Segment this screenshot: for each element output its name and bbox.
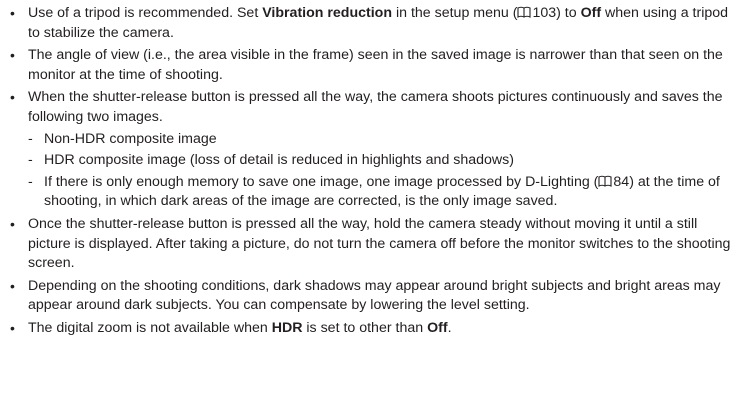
note-angle-of-view: • The angle of view (i.e., the area visi… xyxy=(8,46,734,85)
note-text: . xyxy=(447,319,452,336)
page-reference[interactable]: 84 xyxy=(613,174,629,190)
note-text: in the setup menu ( xyxy=(392,5,518,21)
page-reference[interactable]: 103 xyxy=(532,5,556,21)
note-tripod: • Use of a tripod is recommended. Set Vi… xyxy=(8,4,734,43)
sub-item-text: HDR composite image (loss of detail is r… xyxy=(44,152,514,169)
note-text: ) to xyxy=(556,5,581,21)
dash: - xyxy=(28,173,33,190)
note-text: The angle of view (i.e., the area visibl… xyxy=(28,47,723,83)
note-text: is set to other than xyxy=(302,319,428,336)
setting-name: HDR xyxy=(271,319,303,336)
sub-item: - If there is only enough memory to save… xyxy=(28,173,734,212)
note-digital-zoom: • The digital zoom is not available when… xyxy=(8,319,734,339)
book-reference-icon xyxy=(517,6,531,18)
bullet: • xyxy=(10,5,15,21)
sub-item-text: Non-HDR composite image xyxy=(44,130,217,147)
bullet: • xyxy=(10,319,15,336)
note-hold-steady: • Once the shutter-release button is pre… xyxy=(8,215,734,274)
sub-item: - HDR composite image (loss of detail is… xyxy=(28,151,734,171)
note-text: When the shutter-release button is press… xyxy=(28,89,723,125)
setting-value: Off xyxy=(580,5,602,21)
note-shadows: • Depending on the shooting conditions, … xyxy=(8,277,734,316)
note-text: Use of a tripod is recommended. Set xyxy=(28,5,263,21)
book-reference-icon xyxy=(598,175,612,187)
manual-notes-page: • Use of a tripod is recommended. Set Vi… xyxy=(0,0,746,399)
dash: - xyxy=(28,130,33,147)
note-text: Once the shutter-release button is press… xyxy=(28,215,731,272)
sub-item-text: If there is only enough memory to save o… xyxy=(44,173,599,190)
bullet: • xyxy=(10,215,15,232)
note-continuous-shooting: • When the shutter-release button is pre… xyxy=(8,88,734,212)
bullet: • xyxy=(10,47,15,64)
bullet: • xyxy=(10,277,15,294)
setting-name: Vibration reduction xyxy=(262,5,393,21)
note-text: The digital zoom is not available when xyxy=(28,319,272,336)
setting-value: Off xyxy=(427,319,448,336)
bullet: • xyxy=(10,89,15,106)
dash: - xyxy=(28,152,33,169)
note-text: Depending on the shooting conditions, da… xyxy=(28,277,721,314)
sub-item: - Non-HDR composite image xyxy=(28,130,734,150)
